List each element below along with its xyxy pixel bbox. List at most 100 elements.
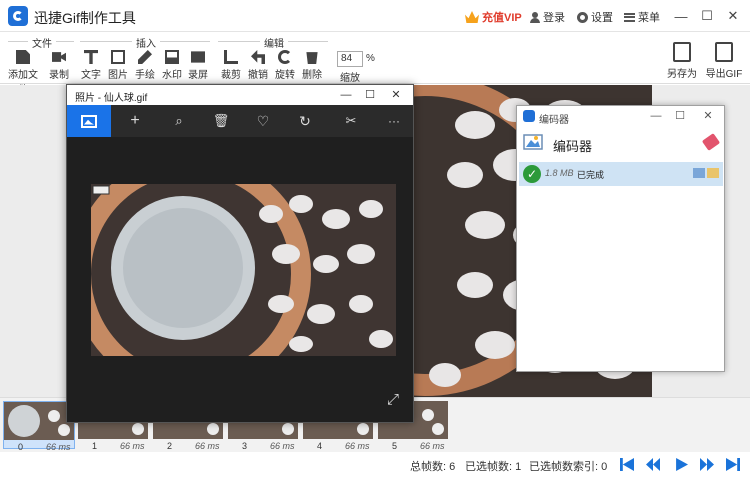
settings-button[interactable]: 设置 xyxy=(577,9,613,25)
save-as-label: 另存为 xyxy=(667,69,697,80)
encoder-maximize-button[interactable]: ☐ xyxy=(669,108,691,124)
previous-frame-icon[interactable] xyxy=(646,458,660,471)
save-as-icon xyxy=(673,42,691,62)
login-button[interactable]: 登录 xyxy=(530,9,565,25)
photos-image xyxy=(91,184,396,356)
draw-label: 手绘 xyxy=(135,70,155,81)
title-bar: 迅捷Gif制作工具 充值VIP 登录 设置 菜单 — ☐ ✕ xyxy=(0,0,750,32)
maximize-button[interactable]: ☐ xyxy=(696,6,718,26)
selected-frame-index: 已选帧数索引: 0 xyxy=(529,461,608,473)
group-label-edit: 编辑 xyxy=(264,39,284,50)
video-camera-icon xyxy=(52,52,66,62)
undo-button[interactable]: 撤销 xyxy=(243,50,273,81)
encoder-window-title: 编码器 xyxy=(539,115,569,126)
encoder-list-item[interactable]: ✓ 1.8 MB 已完成 xyxy=(519,162,723,186)
check-icon: ✓ xyxy=(523,165,541,183)
edit-create-icon[interactable]: ✂ xyxy=(329,105,373,137)
frame-delay: 66 ms xyxy=(345,441,370,451)
divider xyxy=(288,41,328,42)
encode-status: 已完成 xyxy=(577,170,605,180)
trash-icon[interactable]: 🗑 xyxy=(199,105,243,137)
photos-title: 照片 - 仙人球.gif xyxy=(75,93,148,104)
folder-icon[interactable] xyxy=(707,168,719,178)
divider xyxy=(218,41,260,42)
frame-delay: 66 ms xyxy=(270,441,295,451)
encoder-minimize-button[interactable]: — xyxy=(645,108,667,124)
image-button[interactable]: 图片 xyxy=(103,50,133,81)
rotate-button[interactable]: 旋转 xyxy=(270,50,300,81)
frame-number: 0 xyxy=(18,442,24,452)
text-button[interactable]: 文字 xyxy=(76,50,106,81)
divider xyxy=(56,41,74,42)
undo-label: 撤销 xyxy=(248,70,268,81)
draw-button[interactable]: 手绘 xyxy=(130,50,160,81)
rotate-icon[interactable]: ↻ xyxy=(283,105,327,137)
frame-thumbnail[interactable]: 0 66 ms xyxy=(3,401,75,452)
photos-window: 照片 - 仙人球.gif — ☐ ✕ + ⌕ 🗑 ♡ ↻ ✂ ··· ⤢ xyxy=(66,84,414,423)
encoder-heading: 编码器 xyxy=(553,139,593,154)
save-as-button[interactable]: 另存为 xyxy=(662,42,702,80)
zoom-icon[interactable]: ⌕ xyxy=(157,105,201,137)
screen-record-button[interactable]: 录屏 xyxy=(183,50,213,81)
first-frame-icon[interactable] xyxy=(620,458,634,471)
export-gif-button[interactable]: 导出GIF xyxy=(704,42,744,80)
status-bar: 总帧数: 6 已选帧数: 1 已选帧数索引: 0 xyxy=(0,452,750,477)
record-button[interactable]: 录制 xyxy=(44,50,74,81)
settings-label: 设置 xyxy=(591,12,613,24)
frame-number: 4 xyxy=(317,441,323,451)
file-size: 1.8 MB xyxy=(545,168,574,178)
photos-minimize-button[interactable]: — xyxy=(335,86,357,104)
image-label: 图片 xyxy=(108,70,128,81)
add-icon[interactable]: + xyxy=(113,105,157,137)
minimize-button[interactable]: — xyxy=(670,6,692,26)
pen-icon xyxy=(138,50,152,64)
photos-close-button[interactable]: ✕ xyxy=(385,86,407,104)
view-collection-button[interactable] xyxy=(67,105,111,137)
watermark-icon xyxy=(165,50,179,64)
photos-title-bar: 照片 - 仙人球.gif — ☐ ✕ xyxy=(67,85,413,105)
total-frames: 总帧数: 6 xyxy=(410,461,456,473)
crop-icon xyxy=(224,50,238,64)
encoder-close-button[interactable]: ✕ xyxy=(697,108,719,124)
add-file-icon xyxy=(16,50,30,64)
record-label: 录制 xyxy=(49,70,69,81)
zoom-input[interactable]: 84 xyxy=(337,51,363,67)
last-frame-icon[interactable] xyxy=(726,458,740,471)
vip-button[interactable]: 充值VIP xyxy=(465,9,522,25)
image-icon xyxy=(111,50,125,64)
fullscreen-icon[interactable]: ⤢ xyxy=(387,391,399,408)
delete-button[interactable]: 删除 xyxy=(297,50,327,81)
encoder-title-bar: 编码器 — ☐ ✕ xyxy=(517,106,724,126)
app-logo-icon xyxy=(8,6,28,26)
item-actions xyxy=(693,168,719,178)
frame-delay: 66 ms xyxy=(195,441,220,451)
undo-icon xyxy=(251,50,265,64)
rotate-label: 旋转 xyxy=(275,70,295,81)
frame-delay: 66 ms xyxy=(420,441,445,451)
menu-label: 菜单 xyxy=(638,12,660,24)
heart-icon[interactable]: ♡ xyxy=(241,105,285,137)
more-icon[interactable]: ··· xyxy=(379,105,409,137)
app-title: 迅捷Gif制作工具 xyxy=(34,10,136,26)
frame-number: 1 xyxy=(92,441,98,451)
user-icon xyxy=(530,11,540,23)
open-file-icon[interactable] xyxy=(693,168,705,178)
play-icon[interactable] xyxy=(676,458,688,471)
frame-number: 5 xyxy=(392,441,398,451)
eraser-icon[interactable] xyxy=(701,133,721,151)
next-frame-icon[interactable] xyxy=(700,458,714,471)
frame-delay: 66 ms xyxy=(46,442,71,452)
vip-label: 充值VIP xyxy=(482,12,522,24)
divider xyxy=(80,41,132,42)
export-icon xyxy=(715,42,733,62)
frame-image xyxy=(4,402,74,440)
crop-button[interactable]: 裁剪 xyxy=(216,50,246,81)
photos-maximize-button[interactable]: ☐ xyxy=(359,86,381,104)
zoom-unit: % xyxy=(366,53,375,64)
close-button[interactable]: ✕ xyxy=(722,6,744,26)
main-toolbar: 文件 插入 编辑 添加文件 录制 文字 图片 手绘 水印 录屏 裁剪 撤销 xyxy=(0,32,750,96)
menu-button[interactable]: 菜单 xyxy=(624,9,660,25)
screen-label: 录屏 xyxy=(188,70,208,81)
crown-icon xyxy=(465,11,479,23)
divider xyxy=(160,41,210,42)
